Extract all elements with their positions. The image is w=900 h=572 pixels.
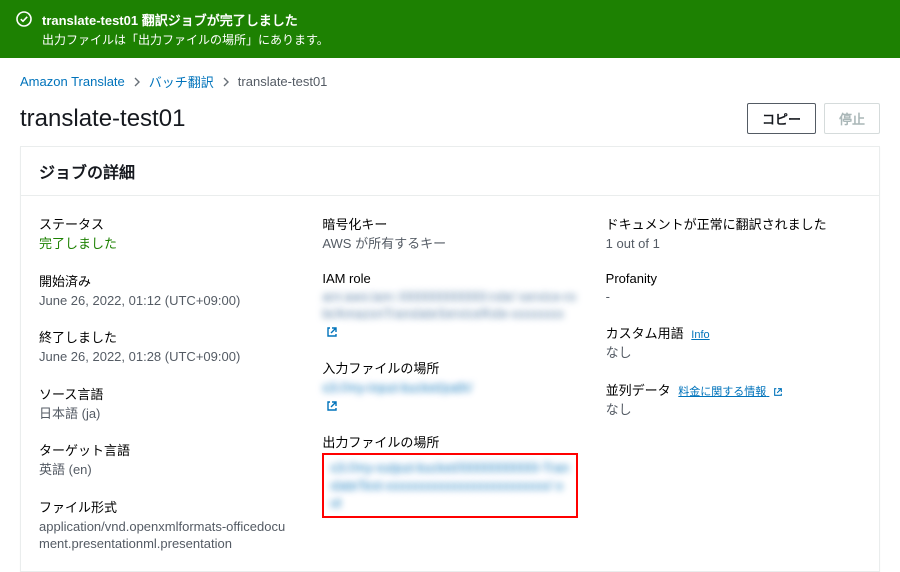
pricing-info-link[interactable]: 料金に関する情報	[678, 386, 783, 398]
external-link-icon[interactable]	[326, 398, 338, 413]
custom-terms-label: カスタム用語 Info	[606, 323, 861, 342]
filetype-value: application/vnd.openxmlformats-officedoc…	[39, 518, 294, 553]
details-col-2: 暗号化キー AWS が所有するキー IAM role arn:aws:iam::…	[322, 214, 577, 553]
custom-terms-label-text: カスタム用語	[606, 326, 684, 341]
external-link-icon[interactable]	[326, 324, 338, 339]
banner-title: translate-test01 翻訳ジョブが完了しました	[42, 10, 329, 29]
encryption-label: 暗号化キー	[322, 214, 577, 233]
filetype-label: ファイル形式	[39, 497, 294, 516]
target-lang-value: 英語 (en)	[39, 461, 294, 479]
output-location-label: 出力ファイルの場所	[322, 432, 577, 451]
page-title: translate-test01	[20, 105, 185, 133]
parallel-data-label: 並列データ 料金に関する情報	[606, 380, 861, 399]
stop-button: 停止	[824, 103, 880, 134]
docs-translated-label: ドキュメントが正常に翻訳されました	[606, 214, 861, 233]
input-location-value[interactable]: s3://my-input-bucket/path/	[322, 379, 577, 414]
profanity-value: -	[606, 288, 861, 306]
breadcrumb: Amazon Translate バッチ翻訳 translate-test01	[0, 58, 900, 97]
page-header: translate-test01 コピー 停止	[0, 97, 900, 146]
encryption-value: AWS が所有するキー	[322, 235, 577, 253]
breadcrumb-service[interactable]: Amazon Translate	[20, 74, 125, 89]
success-banner: translate-test01 翻訳ジョブが完了しました 出力ファイルは「出力…	[0, 0, 900, 58]
success-check-icon	[16, 11, 32, 30]
action-buttons: コピー 停止	[747, 103, 880, 134]
job-details-panel: ジョブの詳細 ステータス 完了しました 開始済み June 26, 2022, …	[20, 146, 880, 572]
details-col-1: ステータス 完了しました 開始済み June 26, 2022, 01:12 (…	[39, 214, 294, 553]
external-link-icon	[773, 386, 783, 398]
breadcrumb-current: translate-test01	[238, 74, 328, 89]
details-col-3: ドキュメントが正常に翻訳されました 1 out of 1 Profanity -…	[606, 214, 861, 553]
source-lang-label: ソース言語	[39, 384, 294, 403]
status-value: 完了しました	[39, 235, 294, 253]
iam-role-blurred: arn:aws:iam::000000000000:role/ service-…	[322, 288, 577, 323]
parallel-data-label-text: 並列データ	[606, 383, 671, 398]
output-location-blurred: s3://my-output-bucket/00000000000-Transl…	[330, 459, 569, 512]
copy-button[interactable]: コピー	[747, 103, 816, 134]
chevron-right-icon	[133, 77, 141, 87]
breadcrumb-section[interactable]: バッチ翻訳	[149, 72, 214, 91]
parallel-data-value: なし	[606, 401, 861, 419]
started-value: June 26, 2022, 01:12 (UTC+09:00)	[39, 292, 294, 310]
input-location-blurred: s3://my-input-bucket/path/	[322, 379, 577, 397]
info-link[interactable]: Info	[691, 329, 709, 341]
ended-value: June 26, 2022, 01:28 (UTC+09:00)	[39, 348, 294, 366]
input-location-label: 入力ファイルの場所	[322, 358, 577, 377]
iam-role-label: IAM role	[322, 271, 577, 286]
iam-role-value[interactable]: arn:aws:iam::000000000000:role/ service-…	[322, 288, 577, 341]
output-location-value[interactable]: s3://my-output-bucket/00000000000-Transl…	[322, 453, 577, 518]
panel-header: ジョブの詳細	[21, 147, 879, 196]
status-label: ステータス	[39, 214, 294, 233]
pricing-info-text: 料金に関する情報	[678, 386, 766, 398]
chevron-right-icon	[222, 77, 230, 87]
banner-message: 出力ファイルは「出力ファイルの場所」にあります。	[42, 31, 329, 48]
docs-translated-value: 1 out of 1	[606, 235, 861, 253]
ended-label: 終了しました	[39, 327, 294, 346]
profanity-label: Profanity	[606, 271, 861, 286]
target-lang-label: ターゲット言語	[39, 440, 294, 459]
started-label: 開始済み	[39, 271, 294, 290]
source-lang-value: 日本語 (ja)	[39, 405, 294, 423]
custom-terms-value: なし	[606, 344, 861, 362]
